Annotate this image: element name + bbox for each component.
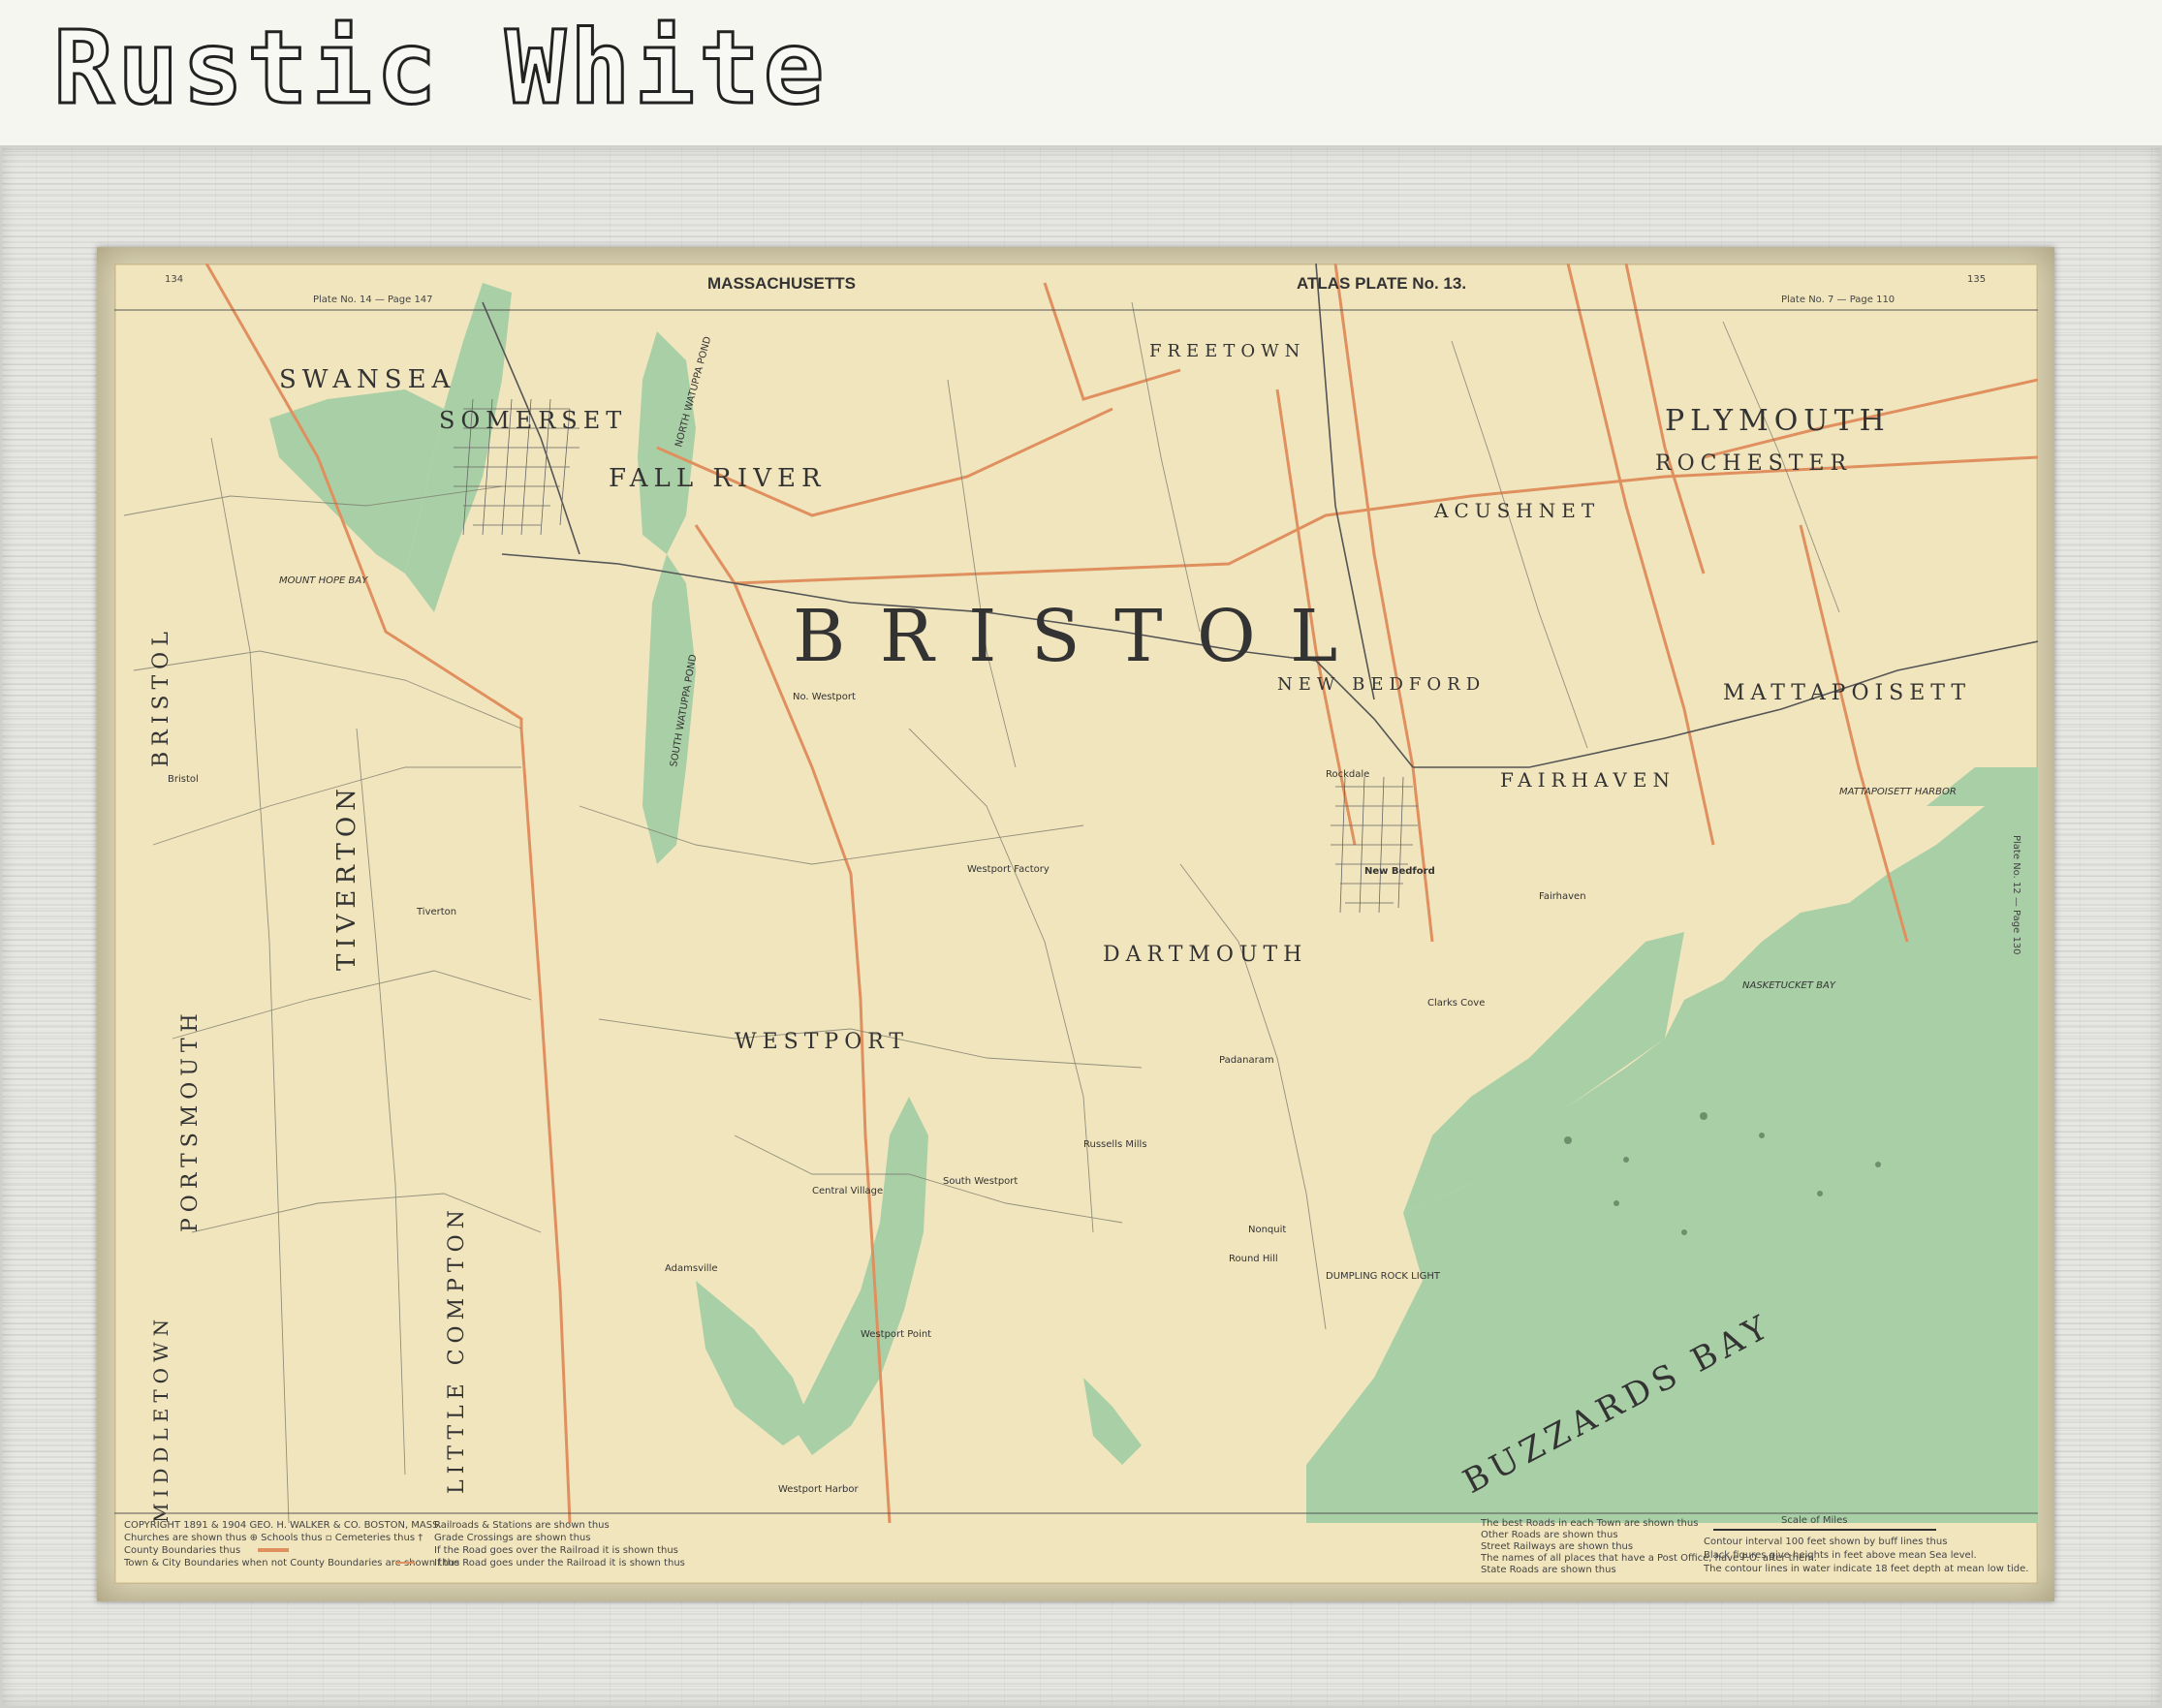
label-south-westport: South Westport — [943, 1176, 1018, 1187]
label-fall-river: FALL RIVER — [609, 464, 827, 493]
legend-road-over: If the Road goes over the Railroad it is… — [434, 1545, 678, 1556]
atlas-heading: ATLAS PLATE No. 13. — [1297, 274, 1466, 293]
label-new-bedford-po: New Bedford — [1364, 866, 1435, 877]
label-clarks-cove: Clarks Cove — [1427, 998, 1485, 1009]
legend-churches: Churches are shown thus ⊕ Schools thus ▫… — [124, 1533, 423, 1543]
label-westport-harbor: Westport Harbor — [778, 1484, 859, 1495]
label-rockdale: Rockdale — [1326, 769, 1369, 780]
label-fairhaven: FAIRHAVEN — [1500, 768, 1676, 792]
plate-left-reference: Plate No. 14 — Page 147 — [313, 295, 433, 305]
label-padanaram: Padanaram — [1219, 1055, 1274, 1066]
plate-right-reference: Plate No. 7 — Page 110 — [1781, 295, 1895, 305]
label-fairhaven-po: Fairhaven — [1539, 891, 1586, 902]
page-number-left: 134 — [165, 274, 183, 285]
label-somerset: SOMERSET — [439, 407, 627, 434]
label-plymouth: PLYMOUTH — [1665, 404, 1891, 438]
state-heading: MASSACHUSETTS — [707, 274, 856, 293]
label-middletown: MIDDLETOWN — [149, 1314, 172, 1523]
legend-county-boundaries: County Boundaries thus — [124, 1545, 240, 1556]
label-russells-mills: Russells Mills — [1083, 1139, 1147, 1150]
label-acushnet: ACUSHNET — [1433, 499, 1600, 522]
banner-title: Rustic White — [51, 9, 829, 127]
label-rochester: ROCHESTER — [1655, 451, 1852, 476]
label-swansea: SWANSEA — [279, 365, 455, 394]
legend-best-roads: The best Roads in each Town are shown th… — [1480, 1518, 1698, 1529]
label-tiverton: TIVERTON — [332, 783, 361, 971]
title-banner: Rustic White — [0, 0, 2162, 145]
label-central-village: Central Village — [812, 1186, 883, 1196]
page-number-right: 135 — [1967, 274, 1986, 285]
label-adamsville: Adamsville — [665, 1263, 718, 1274]
map-svg: 134 135 MASSACHUSETTS ATLAS PLATE No. 13… — [114, 264, 2038, 1584]
label-little-compton: LITTLE COMPTON — [445, 1204, 469, 1494]
label-mattapoisett-harbor: MATTAPOISETT HARBOR — [1839, 787, 1957, 797]
legend-other-roads: Other Roads are shown thus — [1481, 1530, 1618, 1540]
antique-map: 134 135 MASSACHUSETTS ATLAS PLATE No. 13… — [114, 264, 2038, 1584]
label-dartmouth: DARTMOUTH — [1103, 943, 1307, 967]
label-westport-factory: Westport Factory — [967, 864, 1050, 875]
label-no-westport: No. Westport — [793, 692, 856, 702]
legend-contour-water: The contour lines in water indicate 18 f… — [1703, 1564, 2028, 1574]
label-round-hill: Round Hill — [1229, 1254, 1278, 1264]
legend-scale: Scale of Miles — [1781, 1515, 1847, 1526]
label-portsmouth: PORTSMOUTH — [178, 1008, 203, 1232]
county-label: B R I S T O L — [793, 595, 1343, 678]
label-bristol: Bristol — [168, 774, 199, 785]
label-mattapoisett: MATTAPOISETT — [1723, 681, 1971, 705]
legend-contour: Contour interval 100 feet shown by buff … — [1704, 1537, 1947, 1547]
legend-black-figures: Black figures give heights in feet above… — [1704, 1550, 1977, 1561]
label-dumpling-rock: DUMPLING ROCK LIGHT — [1326, 1271, 1441, 1282]
label-westport-point: Westport Point — [861, 1329, 931, 1340]
label-bristol-town: BRISTOL — [149, 626, 173, 767]
legend-street-railways: Street Railways are shown thus — [1481, 1541, 1633, 1552]
label-nasketucket-bay: NASKETUCKET BAY — [1742, 980, 1836, 991]
legend-grade-crossings: Grade Crossings are shown thus — [434, 1533, 590, 1543]
label-westport: WESTPORT — [735, 1030, 909, 1054]
legend-state-roads: State Roads are shown thus — [1481, 1565, 1616, 1575]
legend-road-under: If the Road goes under the Railroad it i… — [434, 1558, 685, 1568]
legend-railroads: Railroads & Stations are shown thus — [434, 1520, 610, 1531]
legend-copyright: COPYRIGHT 1891 & 1904 GEO. H. WALKER & C… — [124, 1520, 442, 1531]
label-new-bedford: NEW BEDFORD — [1277, 674, 1486, 695]
label-mount-hope-bay: MOUNT HOPE BAY — [279, 575, 368, 586]
label-tiverton-village: Tiverton — [416, 907, 456, 917]
label-nonquit: Nonquit — [1248, 1225, 1286, 1235]
plate-side-reference: Plate No. 12 — Page 130 — [2011, 835, 2021, 955]
label-freetown: FREETOWN — [1149, 341, 1305, 361]
